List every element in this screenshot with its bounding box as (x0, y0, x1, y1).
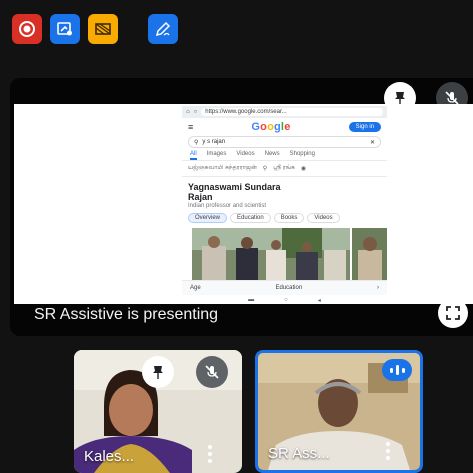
info-icon: ○ (193, 109, 198, 115)
presentation-stage: ⌂ ○ https://www.google.com/sear... ≡ Goo… (10, 78, 473, 336)
fullscreen-button[interactable] (438, 298, 468, 328)
more-options-sr-assistive[interactable] (386, 442, 392, 460)
menu-icon: ≡ (188, 122, 194, 132)
gtab-all: All (190, 151, 197, 160)
participant-name-sr-assistive: SR Ass... (268, 445, 330, 462)
google-tabs: All Images Videos News Shopping (182, 148, 387, 161)
recents-icon: ▬ (248, 297, 255, 303)
more-options-kales[interactable] (208, 445, 214, 463)
browser-url: https://www.google.com/sear... (201, 108, 383, 116)
no-video-icon (95, 23, 111, 35)
android-navbar: ▬ ○ ◂ (182, 296, 387, 304)
video-off-button[interactable] (88, 14, 118, 44)
annotate-button[interactable] (148, 14, 178, 44)
participant-name-kales: Kales... (84, 448, 135, 465)
suggestion-left: யஜ்ஞசுவாமி சுந்தரராஜன் (188, 165, 257, 171)
kp-age-label: Age (190, 285, 201, 291)
chevron-right-icon: › (377, 285, 379, 291)
speaking-indicator (382, 359, 412, 381)
gtab-shopping: Shopping (289, 151, 315, 157)
knowledge-panel-chips: Overview Education Books Videos (182, 210, 387, 226)
gtab-videos: Videos (236, 151, 255, 157)
shared-phone-screenshot: ⌂ ○ https://www.google.com/sear... ≡ Goo… (182, 106, 387, 304)
more-vert-icon (208, 445, 212, 449)
gtab-images: Images (206, 151, 227, 157)
record-icon (19, 21, 35, 37)
search-icon: ⚲ (194, 139, 199, 146)
search-query: y s rajan (202, 139, 226, 145)
participant-tile-kales[interactable]: Kales... (74, 350, 242, 473)
whiteboard-share-icon (57, 22, 72, 36)
whiteboard-share-button[interactable] (50, 14, 80, 44)
fullscreen-icon (446, 306, 460, 320)
participant-tile-sr-assistive[interactable]: SR Ass... (255, 350, 423, 473)
browser-address-bar: ⌂ ○ https://www.google.com/sear... (182, 106, 387, 118)
google-header: ≡ Google Sign in (182, 118, 387, 136)
knowledge-panel-subtitle: Indian professor and scientist (188, 203, 267, 209)
photo-ceremony (192, 228, 350, 280)
mic-status-kales (196, 356, 228, 388)
back-icon: ◂ (317, 297, 321, 304)
chip-education: Education (230, 213, 271, 223)
clear-icon: ✕ (369, 139, 375, 146)
kp-education-label: Education (275, 285, 303, 291)
knowledge-panel-photos (182, 228, 387, 280)
knowledge-panel-title: Yagnaswami Sundara Rajan (188, 182, 281, 202)
meeting-toolbar (12, 14, 178, 44)
annotate-pen-icon (155, 21, 171, 37)
shared-screen: ⌂ ○ https://www.google.com/sear... ≡ Goo… (14, 104, 473, 304)
more-vert-icon (386, 442, 390, 446)
home-icon: ⌂ (186, 109, 190, 115)
search-icon: ⚲ (262, 166, 268, 172)
signin-button: Sign in (348, 122, 381, 132)
mic-off-icon (205, 365, 219, 379)
home-button-icon: ○ (284, 297, 288, 303)
chip-books: Books (273, 213, 305, 223)
google-search-box: ⚲ y s rajan ✕ (188, 136, 381, 148)
google-logo-text: Google (251, 121, 291, 133)
record-button[interactable] (12, 14, 42, 44)
photo-portrait (352, 228, 387, 280)
pin-button-kales[interactable] (142, 356, 174, 388)
search-suggestion-row: யஜ்ஞசுவாமி சுந்தரராஜன் ⚲ ஸ்ரீ ரங்க ◉ (182, 161, 387, 177)
gtab-news: News (264, 151, 280, 157)
knowledge-panel-row: Age Education › (182, 280, 387, 295)
suggestion-right: ஸ்ரீ ரங்க (273, 165, 295, 171)
google-logo: Google (251, 121, 290, 133)
chip-overview: Overview (188, 213, 228, 223)
eye-icon: ◉ (300, 166, 307, 172)
presenting-label: SR Assistive is presenting (34, 306, 219, 323)
chip-videos: Videos (307, 213, 340, 223)
pin-icon (153, 366, 163, 379)
